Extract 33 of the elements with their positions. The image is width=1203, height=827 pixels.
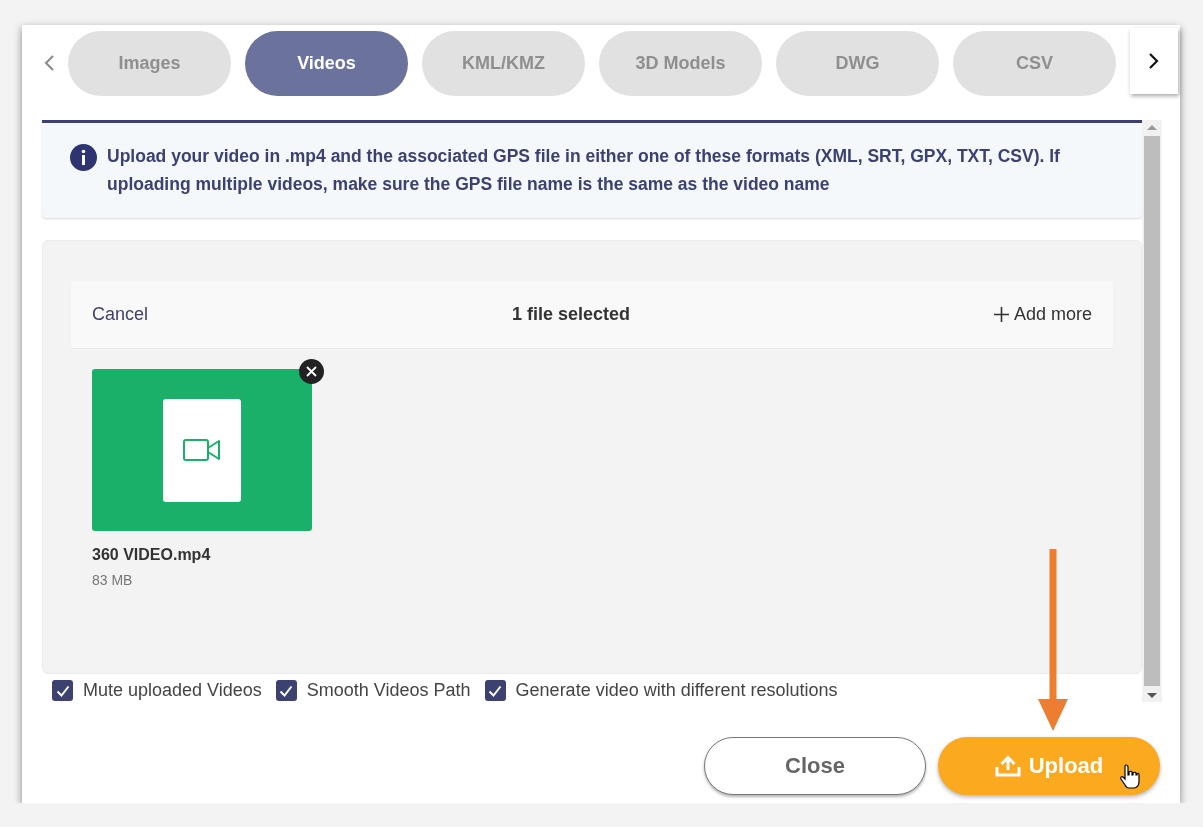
add-more-link[interactable]: Add more <box>993 304 1092 325</box>
scrollbar[interactable] <box>1142 120 1162 702</box>
checkbox[interactable] <box>275 680 297 701</box>
chevron-right-icon <box>1147 51 1161 71</box>
checkbox[interactable] <box>52 680 73 701</box>
file-size: 83 MB <box>92 572 134 588</box>
checkbox-label: Smooth Videos Path <box>306 680 471 701</box>
file-name: 360 VIDEO.mp4 <box>92 546 212 564</box>
hand-cursor-icon <box>1120 763 1140 789</box>
close-button[interactable]: Close <box>704 737 926 795</box>
checkbox-label: Generate video with different resolutions <box>515 680 838 701</box>
info-text: Upload your video in .mp4 and the associated GPS file in either one of these formats (XML, SRT, GPX, TXT, CSV). If uploading multiple videos, make sure the GPS file name is the same as the video name <box>107 146 1060 194</box>
upload-icon <box>994 755 1021 777</box>
tab[interactable]: KML/KMZ <box>422 30 585 96</box>
checkmark-icon <box>279 684 294 697</box>
video-camera-icon <box>183 439 221 461</box>
scroll-thumb[interactable] <box>1144 136 1160 686</box>
tab[interactable]: 3D Models <box>599 30 762 96</box>
close-icon <box>306 366 317 377</box>
checkmark-icon <box>55 684 70 697</box>
info-icon <box>70 144 97 171</box>
checkbox-label: Mute uploaded Videos <box>83 680 262 701</box>
checkmark-icon <box>488 684 503 697</box>
selection-status: 1 file selected <box>511 304 631 325</box>
tab[interactable]: Images <box>68 30 231 96</box>
tab[interactable]: Videos <box>245 30 408 96</box>
cancel-link[interactable]: Cancel <box>92 304 149 325</box>
remove-button[interactable] <box>299 359 324 384</box>
upload-button[interactable]: Upload <box>938 737 1160 795</box>
plus-icon <box>993 307 1009 322</box>
checkbox[interactable] <box>484 680 506 701</box>
tab[interactable]: DWG <box>776 30 939 96</box>
tab[interactable]: CSV <box>953 30 1116 96</box>
